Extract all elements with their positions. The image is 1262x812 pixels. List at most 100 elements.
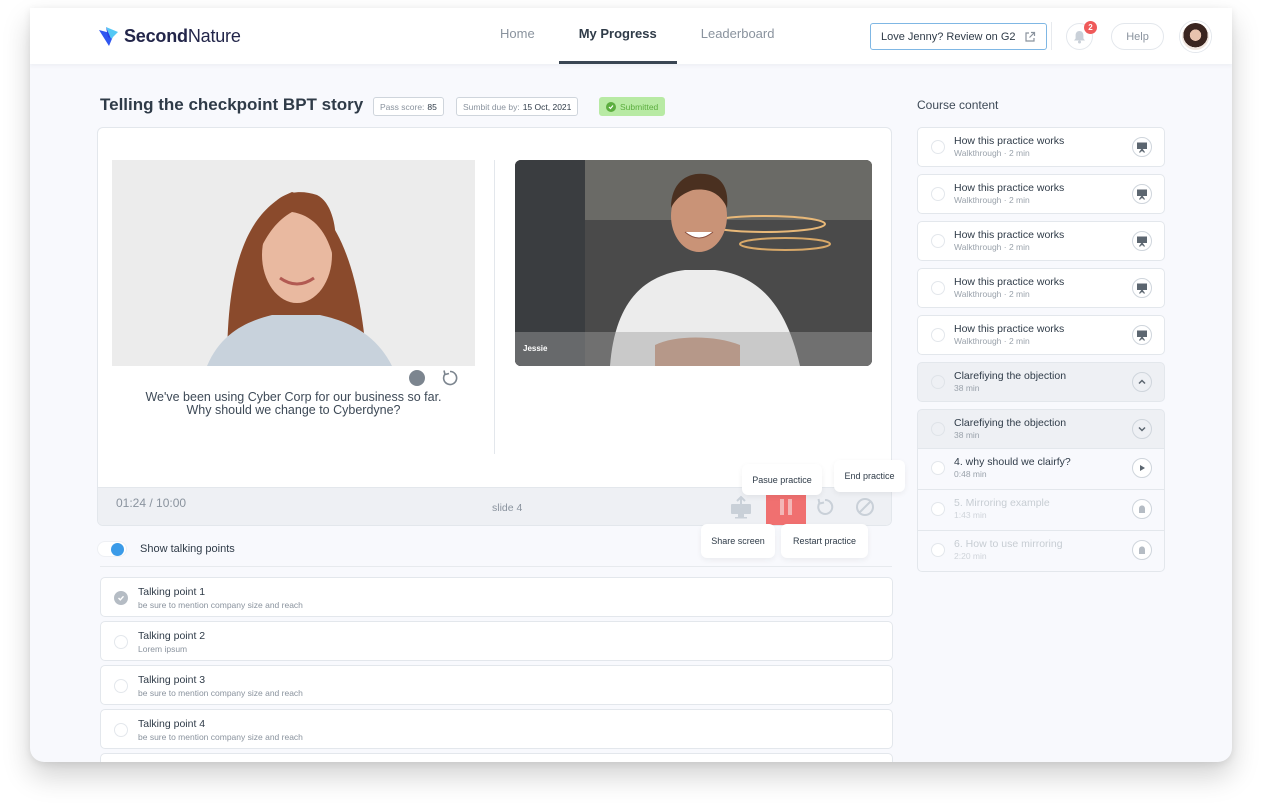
ai-persona-video [112, 160, 475, 366]
course-section-collapsed[interactable]: Clarefiying the objection 38 min [917, 362, 1165, 402]
play-icon[interactable] [1132, 458, 1152, 478]
course-item-meta: Walkthrough · 2 min [954, 336, 1030, 346]
course-section-expanded[interactable]: Clarefiying the objection 38 min [917, 409, 1165, 449]
recording-indicator [409, 370, 425, 386]
talking-points-list: Talking point 1 be sure to mention compa… [100, 577, 893, 762]
lesson-name: 4. why should we clairfy? [954, 456, 1071, 468]
presentation-icon [1132, 137, 1152, 157]
item-status-radio [931, 422, 945, 436]
pass-score-chip: Pass score: 85 [373, 97, 444, 116]
unchecked-icon[interactable] [114, 679, 128, 693]
presentation-icon [1132, 231, 1152, 251]
bell-icon [1074, 30, 1085, 43]
talking-point-subtitle: Lorem ipsum [138, 644, 188, 654]
presentation-icon [1132, 278, 1152, 298]
tab-home[interactable]: Home [486, 8, 549, 64]
participant-name: Jessie [523, 344, 548, 353]
chevron-down-icon[interactable] [1132, 419, 1152, 439]
course-item-meta: Walkthrough · 2 min [954, 289, 1030, 299]
unchecked-icon[interactable] [114, 635, 128, 649]
course-item-name: How this practice works [954, 182, 1065, 194]
prompt-line-2: Why should we change to Cyberdyne? [186, 403, 401, 417]
end-practice-tooltip: End practice [834, 460, 905, 492]
pause-icon [780, 499, 792, 515]
talking-point-title: Talking point 1 [138, 586, 206, 598]
lock-icon [1132, 499, 1152, 519]
column-divider [494, 160, 495, 454]
persona-image [112, 160, 475, 366]
course-item[interactable]: How this practice works Walkthrough · 2 … [917, 127, 1165, 167]
logo[interactable]: SecondNature [98, 25, 241, 47]
main-nav: Home My Progress Leaderboard [486, 8, 798, 64]
item-status-radio [931, 328, 945, 342]
lesson-duration: 2:20 min [954, 551, 987, 561]
lock-icon [1132, 540, 1152, 560]
talking-point-subtitle: be sure to mention company size and reac… [138, 732, 303, 742]
talking-point-title: Talking point 3 [138, 674, 206, 686]
course-item[interactable]: How this practice works Walkthrough · 2 … [917, 268, 1165, 308]
talking-point-item[interactable]: Talking point 5 [100, 753, 893, 762]
lesson-item[interactable]: 4. why should we clairfy? 0:48 min [917, 449, 1165, 490]
course-item-meta: Walkthrough · 2 min [954, 195, 1030, 205]
pass-score-label: Pass score: [380, 101, 425, 112]
status-label: Submitted [620, 101, 659, 112]
talking-point-item[interactable]: Talking point 4 be sure to mention compa… [100, 709, 893, 749]
talking-point-item[interactable]: Talking point 1 be sure to mention compa… [100, 577, 893, 617]
page-title: Telling the checkpoint BPT story [100, 95, 364, 114]
course-section-meta: 38 min [954, 430, 980, 440]
replay-icon[interactable] [441, 369, 459, 387]
course-item-meta: Walkthrough · 2 min [954, 242, 1030, 252]
lesson-item: 5. Mirroring example 1:43 min [917, 490, 1165, 531]
slide-indicator: slide 4 [492, 502, 523, 514]
talking-point-subtitle: be sure to mention company size and reac… [138, 688, 303, 698]
external-link-icon [1024, 31, 1035, 42]
talking-points-divider [100, 566, 892, 567]
course-item[interactable]: How this practice works Walkthrough · 2 … [917, 315, 1165, 355]
lesson-item: 6. How to use mirroring 2:20 min [917, 531, 1165, 572]
top-header: SecondNature Home My Progress Leaderboar… [30, 8, 1232, 64]
share-screen-icon [731, 495, 751, 519]
talking-points-toggle-label: Show talking points [140, 543, 235, 555]
item-status-radio [931, 187, 945, 201]
item-status-radio [931, 461, 945, 475]
lesson-duration: 1:43 min [954, 510, 987, 520]
talking-point-item[interactable]: Talking point 3 be sure to mention compa… [100, 665, 893, 705]
course-section-name: Clarefiying the objection [954, 370, 1067, 382]
pause-practice-tooltip: Pasue practice [742, 464, 822, 495]
user-avatar[interactable] [1180, 21, 1211, 52]
end-practice-button[interactable] [853, 488, 877, 525]
course-item-name: How this practice works [954, 276, 1065, 288]
item-status-radio [931, 234, 945, 248]
talking-points-toggle[interactable] [97, 541, 127, 557]
participant-name-bar [515, 332, 872, 366]
header-divider [1051, 22, 1052, 50]
restart-practice-tooltip: Restart practice [781, 524, 868, 558]
checked-icon[interactable] [114, 591, 128, 605]
course-item[interactable]: How this practice works Walkthrough · 2 … [917, 221, 1165, 261]
course-section-meta: 38 min [954, 383, 980, 393]
unchecked-icon[interactable] [114, 723, 128, 737]
chevron-up-icon[interactable] [1132, 372, 1152, 392]
talking-point-subtitle: be sure to mention company size and reac… [138, 600, 303, 610]
course-item[interactable]: How this practice works Walkthrough · 2 … [917, 174, 1165, 214]
course-item-name: How this practice works [954, 229, 1065, 241]
item-status-radio [931, 375, 945, 389]
logo-icon [99, 27, 118, 46]
help-button[interactable]: Help [1111, 23, 1164, 50]
review-on-g2-button[interactable]: Love Jenny? Review on G2 [870, 23, 1047, 50]
pass-score-value: 85 [427, 101, 437, 112]
review-button-label: Love Jenny? Review on G2 [881, 30, 1016, 43]
item-status-radio [931, 543, 945, 557]
course-section-name: Clarefiying the objection [954, 417, 1067, 429]
course-content-list: How this practice works Walkthrough · 2 … [917, 127, 1165, 572]
user-video: Jessie [515, 160, 872, 366]
tab-leaderboard[interactable]: Leaderboard [687, 8, 789, 64]
course-item-name: How this practice works [954, 135, 1065, 147]
restart-icon [817, 498, 834, 515]
course-content-title: Course content [917, 98, 999, 112]
brand-name: SecondNature [124, 25, 241, 46]
talking-point-title: Talking point 4 [138, 718, 206, 730]
lesson-name: 5. Mirroring example [954, 497, 1050, 509]
talking-point-item[interactable]: Talking point 2 Lorem ipsum [100, 621, 893, 661]
tab-my-progress[interactable]: My Progress [558, 8, 677, 64]
